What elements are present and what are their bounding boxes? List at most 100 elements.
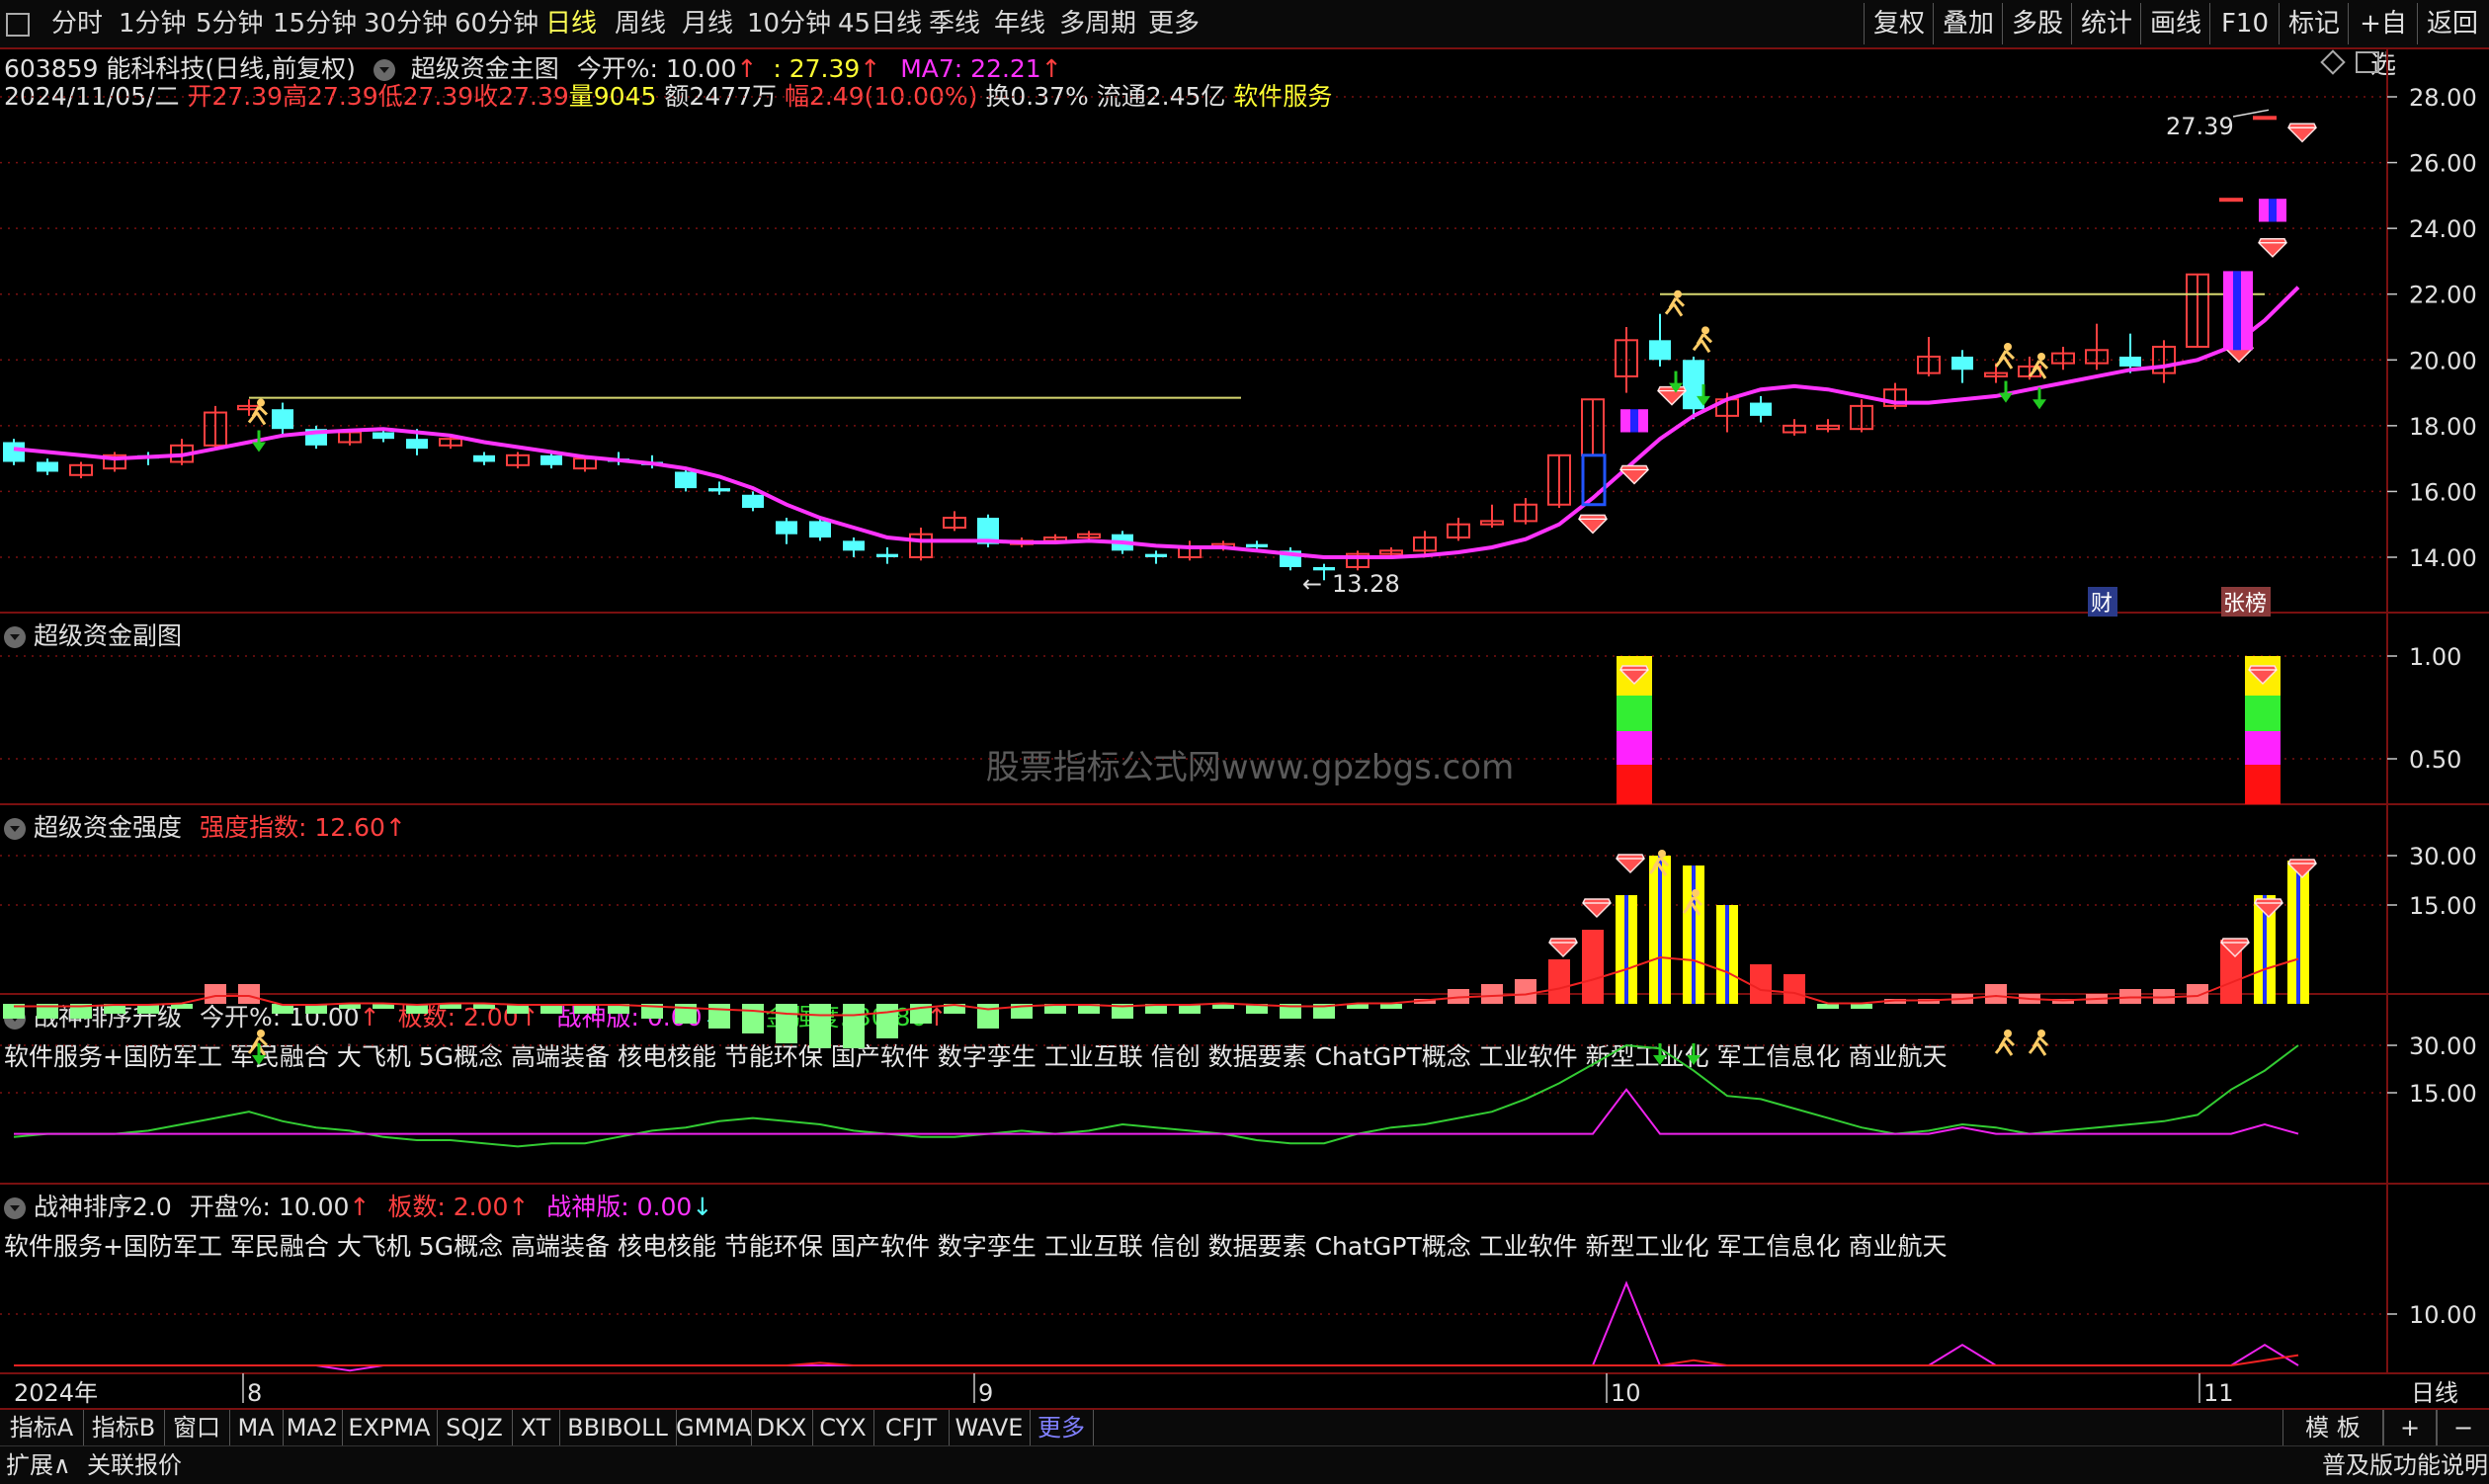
time-month-label: 9	[978, 1379, 993, 1407]
toolbar-right-1[interactable]: 叠加	[1933, 3, 2003, 44]
period-tab-11[interactable]: 季线	[929, 0, 980, 47]
candle-body	[776, 521, 797, 535]
runner-icon	[1692, 326, 1713, 354]
p4-axis-label: 30.00	[2409, 1032, 2477, 1060]
runner-head	[257, 1030, 265, 1037]
indicator-tab-2[interactable]: 窗口	[164, 1410, 230, 1445]
p3-axis-label: 30.00	[2409, 843, 2477, 870]
candle-body	[1649, 340, 1671, 361]
status-bar: 扩展∧ 关联报价 普及版功能说明	[0, 1445, 2489, 1484]
p3-bar	[843, 1004, 865, 1048]
candle-body	[473, 454, 495, 462]
bottom-right-1[interactable]: +	[2383, 1410, 2437, 1445]
candle-body	[3, 442, 25, 462]
runner-icon	[1994, 342, 2016, 370]
p5-line-a	[14, 1280, 2299, 1372]
indicator-tab-4[interactable]: MA2	[283, 1410, 343, 1445]
toolbar-right-6[interactable]: 标记	[2279, 3, 2349, 44]
p3-bar	[1817, 1004, 1839, 1009]
period-tab-9[interactable]: 10分钟	[747, 0, 831, 47]
ma7-line	[13, 286, 2300, 559]
runner-head	[2037, 352, 2045, 361]
runner-body	[1994, 349, 2016, 370]
toolbar-right-3[interactable]: 统计	[2071, 3, 2141, 44]
p3-bar	[1380, 1004, 1402, 1009]
main-axis-label: 28.00	[2409, 84, 2477, 112]
indicator-tab-10[interactable]: DKX	[751, 1410, 813, 1445]
toolbar-menu-icon[interactable]	[6, 0, 30, 47]
related-quote-button[interactable]: 关联报价	[87, 1446, 182, 1484]
toolbar-right-8[interactable]: 返回	[2417, 3, 2487, 44]
time-month-label: 8	[247, 1379, 262, 1407]
indicator-tab-13[interactable]: WAVE	[949, 1410, 1031, 1445]
indicator-tab-0[interactable]: 指标A	[0, 1410, 84, 1445]
p3-bar	[742, 1004, 764, 1033]
p3-bar-stripe	[1624, 895, 1628, 1004]
period-tab-7[interactable]: 周线	[615, 0, 666, 47]
period-tab-14[interactable]: 更多	[1148, 0, 1200, 47]
candle-body	[1951, 356, 1973, 371]
indicator-tab-6[interactable]: SQJZ	[437, 1410, 513, 1445]
toolbar-right-0[interactable]: 复权	[1864, 3, 1934, 44]
indicator-tab-8[interactable]: BBIBOLL	[559, 1410, 677, 1445]
runner-icon	[1994, 1030, 2016, 1056]
watermark: 股票指标公式网www.gpzbgs.com	[986, 748, 1514, 787]
badge-zb[interactable]: 张榜	[2223, 592, 2267, 617]
p3-bar	[708, 1004, 730, 1029]
indicator-tab-5[interactable]: EXPMA	[342, 1410, 438, 1445]
period-tab-3[interactable]: 15分钟	[273, 0, 357, 47]
period-tab-13[interactable]: 多周期	[1059, 0, 1136, 47]
p3-bar	[1784, 974, 1805, 1004]
indicator-tab-1[interactable]: 指标B	[83, 1410, 165, 1445]
diamond-shape	[1657, 385, 1687, 406]
period-tab-4[interactable]: 30分钟	[364, 0, 448, 47]
candle-body	[876, 553, 898, 557]
p5-axis-label: 10.00	[2409, 1301, 2477, 1329]
expand-button[interactable]: 扩展∧	[6, 1446, 71, 1484]
green-down-arrow-icon	[1653, 1043, 1667, 1065]
p3-bar	[205, 984, 226, 1004]
indicator-tab-14[interactable]: 更多	[1030, 1410, 1094, 1445]
diamond-shape	[2258, 238, 2287, 258]
chart-canvas[interactable]: 28.00 26.00 24.00 22.00 20.00 18.00 16.00 14.00…	[0, 47, 2489, 1408]
period-tab-0[interactable]: 分时	[51, 0, 103, 47]
bottom-right-0[interactable]: 模 板	[2282, 1410, 2383, 1445]
period-tab-12[interactable]: 年线	[994, 0, 1045, 47]
indicator-tab-bar: 指标A 指标B 窗口 MA MA2 EXPMA SQJZ XT BBIBOLL GMMA DKX CY…	[0, 1408, 2489, 1445]
p3-bar	[1582, 930, 1604, 1004]
period-tab-1[interactable]: 1分钟	[119, 0, 187, 47]
period-tab-10[interactable]: 45日线	[838, 0, 922, 47]
main-axis-label: 14.00	[2409, 544, 2477, 572]
period-tab-6[interactable]: 日线	[545, 0, 597, 47]
p2-column-segment	[2245, 696, 2281, 731]
indicator-tab-12[interactable]: CFJT	[873, 1410, 950, 1445]
arrow-head	[2033, 399, 2046, 410]
board-marker	[1638, 409, 1648, 433]
period-tab-8[interactable]: 月线	[682, 0, 733, 47]
p5-line-b	[14, 1354, 2299, 1366]
time-period-label[interactable]: 日线	[2411, 1379, 2458, 1407]
toolbar-right-2[interactable]: 多股	[2002, 3, 2072, 44]
last-price-label: 27.39	[2166, 113, 2234, 140]
badge-cai[interactable]: 财	[2091, 592, 2113, 617]
bottom-right-2[interactable]: −	[2437, 1410, 2489, 1445]
board-marker	[2269, 199, 2277, 222]
toolbar-right-4[interactable]: 画线	[2140, 3, 2210, 44]
runner-body	[2028, 1035, 2049, 1056]
period-tab-5[interactable]: 60分钟	[455, 0, 539, 47]
indicator-tab-3[interactable]: MA	[229, 1410, 284, 1445]
diamond-shape	[2287, 123, 2317, 143]
indicator-tab-9[interactable]: GMMA	[676, 1410, 752, 1445]
indicator-tab-11[interactable]: CYX	[812, 1410, 874, 1445]
p3-bar	[876, 1004, 898, 1038]
runner-head	[2004, 342, 2012, 351]
indicator-tab-7[interactable]: XT	[512, 1410, 560, 1445]
p3-bar	[776, 1004, 797, 1043]
version-info-link[interactable]: 普及版功能说明	[2322, 1446, 2488, 1484]
p3-bar	[1515, 979, 1536, 1004]
period-tab-2[interactable]: 5分钟	[196, 0, 264, 47]
toolbar-right-7[interactable]: +自选	[2348, 3, 2418, 80]
p2-column-segment	[1617, 731, 1652, 765]
arrow-head	[252, 442, 266, 453]
toolbar-right-5[interactable]: F10	[2209, 3, 2280, 44]
